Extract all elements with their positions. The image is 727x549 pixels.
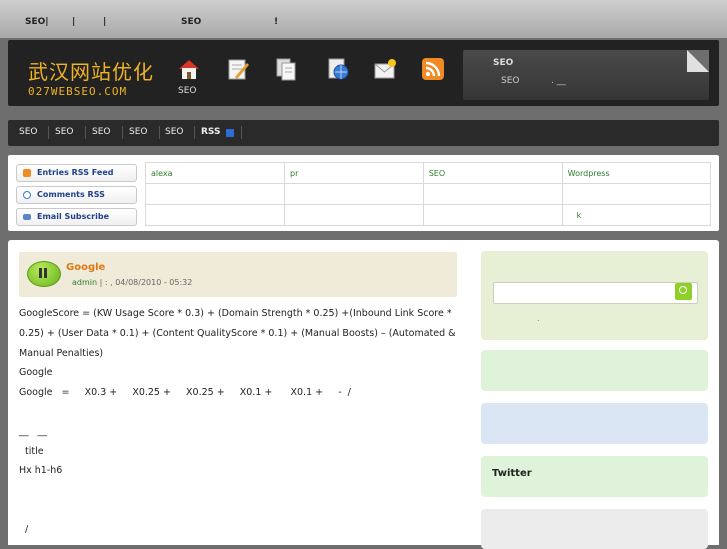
table-cell-link[interactable]: SEO: [422, 162, 563, 184]
nav-divider: [241, 126, 242, 139]
post-header: Google admin | : , 04/08/2010 - 05:32: [19, 252, 457, 297]
table-cell-link[interactable]: pr: [284, 162, 424, 184]
post-line: Hx h1-h6: [19, 465, 63, 476]
rss-badge-icon[interactable]: [226, 129, 234, 137]
post-meta-sep: | :: [99, 278, 108, 287]
search-note: .: [537, 314, 540, 323]
table-cell-link[interactable]: k: [561, 204, 712, 226]
nav-divider: [194, 126, 195, 139]
page-curl-decoration: [687, 50, 709, 72]
table-row: alexa pr SEO Wordpress: [144, 162, 712, 184]
search-widget: .: [481, 251, 708, 340]
search-icon: [679, 286, 687, 294]
mail-icon[interactable]: [373, 57, 397, 81]
links-table: alexa pr SEO Wordpress k: [144, 162, 712, 226]
table-cell-link[interactable]: [422, 204, 563, 226]
nav-item-2[interactable]: SEO: [55, 127, 73, 137]
header-box-line1: SEO: [501, 76, 520, 86]
site-logo-title[interactable]: 武汉网站优化: [28, 56, 154, 85]
sidebar-widget-green: [481, 350, 708, 391]
content-area: Google admin | : , 04/08/2010 - 05:32 Go…: [8, 240, 719, 549]
table-cell-link[interactable]: [284, 183, 424, 205]
post-line: /: [19, 524, 29, 535]
entries-rss-label: Entries RSS Feed: [37, 168, 114, 177]
post-line: GoogleScore = (KW Usage Score * 0.3) + (…: [19, 308, 452, 319]
post-title[interactable]: Google: [66, 262, 105, 273]
twitter-widget: Twitter: [481, 456, 708, 497]
post-line: title: [19, 446, 44, 457]
table-cell-link[interactable]: [144, 204, 286, 226]
nav-divider: [122, 126, 123, 139]
top-bar: SEO| | | SEO !: [0, 0, 727, 38]
home-icon[interactable]: [177, 57, 201, 81]
table-cell-link[interactable]: [422, 183, 563, 205]
nav-divider: [48, 126, 49, 139]
table-cell-link[interactable]: [284, 204, 424, 226]
envelope-icon: [23, 214, 31, 220]
header-box-line2: . __: [551, 76, 566, 86]
post-date: , 04/08/2010 - 05:32: [110, 278, 193, 287]
search-input[interactable]: [493, 282, 698, 304]
top-link-1[interactable]: SEO|: [25, 17, 49, 27]
table-cell-link[interactable]: [144, 183, 286, 205]
nav-item-1[interactable]: SEO: [19, 127, 37, 137]
sidebar-widget-blue: [481, 403, 708, 444]
comments-rss-label: Comments RSS: [37, 190, 105, 199]
table-row: k: [144, 204, 712, 226]
email-subscribe-button[interactable]: Email Subscribe: [16, 208, 137, 226]
nav-divider: [159, 126, 160, 139]
post-author[interactable]: admin: [72, 278, 97, 287]
header-info-box: SEO SEO . __: [463, 50, 709, 100]
table-cell-link[interactable]: alexa: [144, 162, 286, 184]
table-cell-link[interactable]: Wordpress: [561, 162, 712, 184]
post-line: Google: [19, 367, 53, 378]
table-row: [144, 183, 712, 205]
nav-divider: [85, 126, 86, 139]
comment-icon: [23, 191, 31, 199]
rss-icon[interactable]: [421, 57, 445, 81]
nav-item-rss[interactable]: RSS: [201, 127, 221, 137]
post-meta: admin | : , 04/08/2010 - 05:32: [72, 278, 192, 287]
entries-rss-button[interactable]: Entries RSS Feed: [16, 164, 137, 182]
top-sep-2: |: [103, 17, 107, 27]
email-subscribe-label: Email Subscribe: [37, 212, 109, 221]
rss-small-icon: [23, 169, 31, 177]
twitter-title: Twitter: [492, 468, 532, 479]
header-box-title: SEO: [493, 58, 514, 68]
top-sep-1: |: [72, 17, 76, 27]
nav-item-5[interactable]: SEO: [165, 127, 183, 137]
home-label[interactable]: SEO: [178, 86, 196, 96]
post-line: 0.25) + (User Data * 0.1) + (Content Qua…: [19, 328, 456, 339]
top-link-2[interactable]: SEO: [181, 17, 201, 27]
post-line: Google = X0.3 + X0.25 + X0.25 + X0.1 + X…: [19, 387, 351, 398]
edit-icon[interactable]: [226, 57, 250, 81]
post-line: Manual Penalties): [19, 348, 104, 359]
nav-item-4[interactable]: SEO: [129, 127, 147, 137]
top-link-3[interactable]: !: [274, 17, 278, 27]
site-header: 武汉网站优化 027WEBSEO.COM SEO SEO SEO . __: [8, 40, 719, 106]
post-status-icon: [27, 261, 61, 287]
pages-icon[interactable]: [274, 57, 298, 81]
main-nav: SEO SEO SEO SEO SEO RSS: [8, 120, 719, 146]
table-cell-link[interactable]: [561, 183, 712, 205]
nav-item-3[interactable]: SEO: [92, 127, 110, 137]
feed-panel: Entries RSS Feed Comments RSS Email Subs…: [8, 155, 719, 231]
search-button[interactable]: [675, 283, 692, 300]
post-line: __ __: [19, 426, 48, 437]
sidebar-widget-grey: [481, 509, 708, 549]
globe-icon[interactable]: [326, 57, 350, 81]
site-logo-domain[interactable]: 027WEBSEO.COM: [28, 85, 127, 98]
comments-rss-button[interactable]: Comments RSS: [16, 186, 137, 204]
